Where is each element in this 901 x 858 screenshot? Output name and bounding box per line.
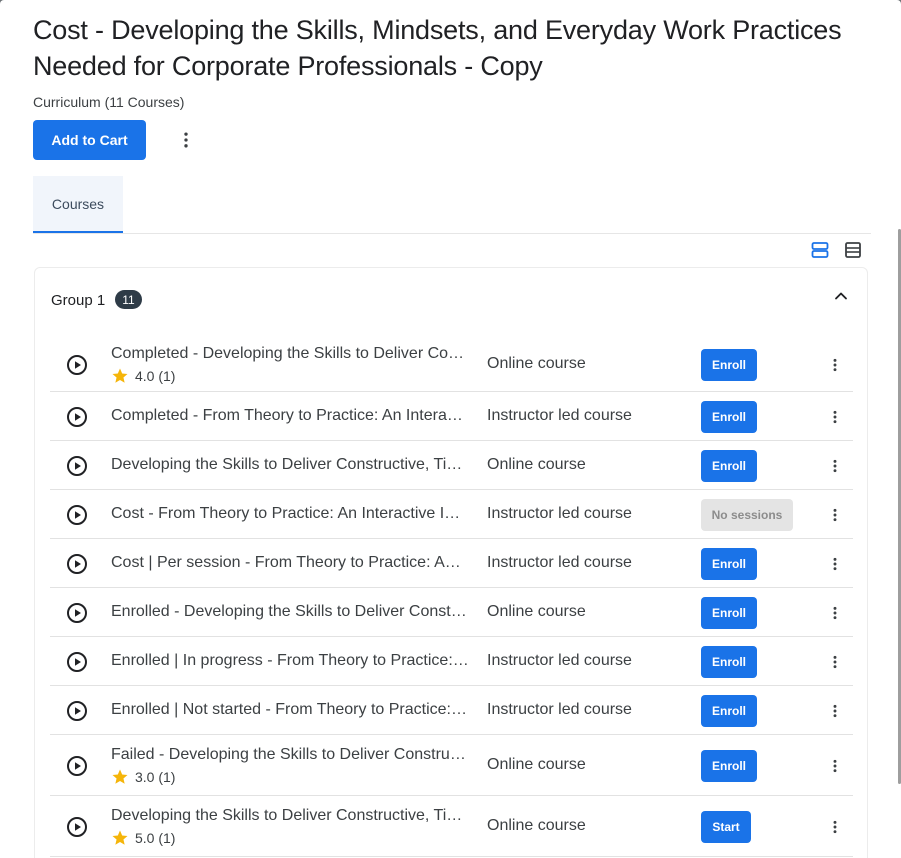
course-name[interactable]: Completed - Developing the Skills to Del… [111,345,469,363]
list-view-button[interactable] [843,240,863,260]
course-row[interactable]: Cost | Per session - From Theory to Prac… [50,539,853,588]
rating-value: 5.0 (1) [135,829,176,846]
more-vert-icon [833,655,837,668]
more-vert-icon [833,358,837,371]
play-circle-icon[interactable] [66,455,88,477]
row-more-button[interactable] [825,652,845,672]
course-type: Online course [487,602,586,620]
enroll-button[interactable]: Enroll [701,749,757,782]
course-row[interactable]: Enrolled - Developing the Skills to Deli… [50,588,853,637]
row-more-button[interactable] [825,817,845,837]
course-row[interactable]: Enrolled | Not started - From Theory to … [50,686,853,735]
no-sessions-button: No sessions [701,498,793,531]
tab-bar: Courses [33,176,871,234]
play-circle-icon[interactable] [66,755,88,777]
rating-value: 4.0 (1) [135,367,176,384]
card-view-button[interactable] [810,240,830,260]
more-vert-icon [833,606,837,619]
more-vert-icon [833,508,837,521]
course-name[interactable]: Cost | Per session - From Theory to Prac… [111,554,469,572]
group-title: Group 1 [51,292,106,309]
more-vert-icon [833,557,837,570]
course-name[interactable]: Enrolled | In progress - From Theory to … [111,652,469,670]
more-vert-icon [833,820,837,833]
more-vert-icon [833,459,837,472]
row-more-button[interactable] [825,701,845,721]
course-type: Instructor led course [487,553,632,571]
enroll-button[interactable]: Enroll [701,400,757,433]
enroll-button[interactable]: Enroll [701,547,757,580]
course-name[interactable]: Enrolled - Developing the Skills to Deli… [111,603,469,621]
play-circle-icon[interactable] [66,651,88,673]
course-rating: 3.0 (1) [111,768,175,786]
star-icon [112,830,128,845]
play-circle-icon[interactable] [66,504,88,526]
play-circle-icon[interactable] [66,816,88,838]
row-more-button[interactable] [825,554,845,574]
course-type: Online course [487,755,586,773]
course-type: Instructor led course [487,504,632,522]
course-row[interactable]: Developing the Skills to Deliver Constru… [50,796,853,857]
course-row[interactable]: Completed - Developing the Skills to Del… [50,337,853,392]
row-more-button[interactable] [825,505,845,525]
course-row[interactable]: Cost - From Theory to Practice: An Inter… [50,490,853,539]
list-view-icon [845,242,861,258]
course-name[interactable]: Failed - Developing the Skills to Delive… [111,746,469,764]
course-name[interactable]: Developing the Skills to Deliver Constru… [111,807,469,825]
enroll-button[interactable]: Enroll [701,694,757,727]
course-row[interactable]: Failed - Developing the Skills to Delive… [50,735,853,796]
course-rating: 5.0 (1) [111,829,175,847]
card-view-icon [811,242,829,258]
course-row[interactable]: Enrolled | In progress - From Theory to … [50,637,853,686]
rating-value: 3.0 (1) [135,768,176,785]
more-vert-icon [833,410,837,423]
enroll-button[interactable]: Enroll [701,348,757,381]
course-name[interactable]: Completed - From Theory to Practice: An … [111,407,469,425]
star-icon [112,368,128,383]
row-more-button[interactable] [825,756,845,776]
enroll-button[interactable]: Enroll [701,645,757,678]
more-vert-icon [833,704,837,717]
page-subtitle: Curriculum (11 Courses) [33,94,185,110]
course-name[interactable]: Developing the Skills to Deliver Constru… [111,456,469,474]
row-more-button[interactable] [825,355,845,375]
more-options-button[interactable] [176,130,196,150]
row-more-button[interactable] [825,456,845,476]
course-type: Online course [487,455,586,473]
row-more-button[interactable] [825,603,845,623]
play-circle-icon[interactable] [66,553,88,575]
course-type: Online course [487,354,586,372]
chevron-up-icon [835,292,847,300]
more-vert-icon [833,759,837,772]
course-type: Instructor led course [487,406,632,424]
course-name[interactable]: Enrolled | Not started - From Theory to … [111,701,469,719]
course-name[interactable]: Cost - From Theory to Practice: An Inter… [111,505,469,523]
page-title: Cost - Developing the Skills, Mindsets, … [33,15,842,81]
add-to-cart-button[interactable]: Add to Cart [33,120,146,160]
play-circle-icon[interactable] [66,354,88,376]
course-group-card: Group 1 11 Completed - Developing the Sk… [34,267,868,858]
course-row[interactable]: Developing the Skills to Deliver Constru… [50,441,853,490]
tab-courses[interactable]: Courses [33,176,123,233]
course-type: Instructor led course [487,700,632,718]
star-icon [112,769,128,784]
row-more-button[interactable] [825,407,845,427]
play-circle-icon[interactable] [66,700,88,722]
group-count-badge: 11 [115,290,142,309]
course-row[interactable]: Completed - From Theory to Practice: An … [50,392,853,441]
group-collapse-button[interactable] [831,286,851,306]
view-toggle-group [810,240,865,260]
course-type: Online course [487,816,586,834]
play-circle-icon[interactable] [66,602,88,624]
start-button[interactable]: Start [701,810,751,843]
enroll-button[interactable]: Enroll [701,596,757,629]
curriculum-dialog: Cost - Developing the Skills, Mindsets, … [0,0,901,858]
enroll-button[interactable]: Enroll [701,449,757,482]
course-rating: 4.0 (1) [111,367,175,385]
play-circle-icon[interactable] [66,406,88,428]
course-type: Instructor led course [487,651,632,669]
more-vert-icon [184,132,188,148]
